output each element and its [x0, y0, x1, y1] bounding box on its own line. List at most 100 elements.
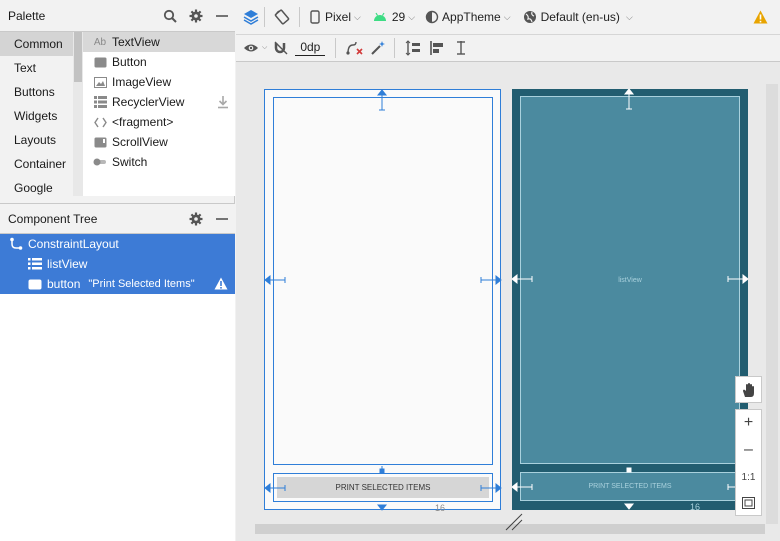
align-icon[interactable] — [429, 40, 445, 56]
chevron-down-icon: ⌵ — [354, 11, 361, 22]
button-icon — [93, 55, 107, 69]
widget-label: <fragment> — [112, 115, 174, 129]
zoom-controls: + – 1:1 — [735, 409, 762, 516]
palette-categories: Common Text Buttons Widgets Layouts Cont… — [0, 32, 82, 196]
theme-icon — [425, 10, 439, 24]
download-icon[interactable] — [217, 95, 229, 112]
list-icon — [28, 257, 42, 271]
vertical-scrollbar[interactable] — [766, 84, 778, 524]
pack-icon[interactable] — [405, 40, 421, 56]
blueprint-constraint-lines — [512, 89, 748, 510]
component-tree-title: Component Tree — [8, 211, 98, 226]
tree-item-constraintlayout[interactable]: ConstraintLayout — [0, 234, 235, 254]
zoom-one-to-one-button[interactable]: 1:1 — [736, 464, 761, 490]
widget-textview[interactable]: Ab TextView — [83, 32, 235, 52]
tree-item-listview[interactable]: listView — [0, 254, 235, 274]
constraint-toolbar: ⌵ 0dp — [236, 35, 780, 62]
tree-item-label: listView — [47, 257, 88, 271]
hand-icon — [742, 382, 754, 397]
category-layouts[interactable]: Layouts — [0, 128, 81, 152]
clear-constraints-icon[interactable] — [346, 40, 364, 56]
theme-label: AppTheme — [442, 10, 501, 24]
android-icon — [373, 12, 386, 21]
widget-fragment[interactable]: <fragment> — [83, 112, 235, 132]
widget-recyclerview[interactable]: RecyclerView — [83, 92, 235, 112]
tree-item-label: button — [47, 277, 81, 291]
minimize-icon[interactable] — [209, 0, 235, 32]
category-text[interactable]: Text — [0, 56, 81, 80]
tree-item-label: ConstraintLayout — [28, 237, 119, 251]
magic-wand-icon[interactable] — [370, 40, 386, 56]
default-margin-selector[interactable]: 0dp — [295, 40, 326, 56]
chevron-down-icon: ⌵ — [503, 11, 511, 22]
device-label: Pixel — [325, 10, 352, 24]
category-google[interactable]: Google — [0, 176, 81, 196]
eye-icon[interactable]: ⌵ — [243, 41, 267, 55]
palette-title: Palette — [8, 8, 46, 23]
constraint-lines — [265, 90, 502, 511]
phone-icon — [310, 10, 320, 24]
resize-handle-icon[interactable] — [504, 512, 524, 532]
widget-imageview[interactable]: ImageView — [83, 72, 235, 92]
magnet-icon[interactable] — [273, 40, 289, 56]
design-surface[interactable]: PRINT SELECTED ITEMS 16 — [264, 89, 502, 513]
api-selector[interactable]: 29 ⌵ — [373, 10, 415, 24]
category-buttons[interactable]: Buttons — [0, 80, 81, 104]
switch-icon — [93, 155, 107, 169]
scrollview-icon — [93, 135, 107, 149]
widget-label: RecyclerView — [112, 95, 185, 109]
category-widgets[interactable]: Widgets — [0, 104, 81, 128]
chevron-down-icon: ⌵ — [408, 11, 416, 22]
design-toolbar: Pixel ⌵ 29 ⌵ AppTheme ⌵ Default (en-us) … — [236, 0, 780, 35]
layers-icon[interactable] — [242, 8, 260, 26]
widget-button[interactable]: Button — [83, 52, 235, 72]
theme-selector[interactable]: AppTheme ⌵ — [425, 10, 511, 24]
left-panel: Palette Common Text Buttons Widgets Layo… — [0, 0, 235, 541]
device-selector[interactable]: Pixel ⌵ — [310, 10, 361, 24]
warning-icon[interactable] — [214, 277, 228, 293]
widget-scrollview[interactable]: ScrollView — [83, 132, 235, 152]
pan-button[interactable] — [735, 376, 762, 403]
margin-label: 16 — [435, 503, 446, 513]
fragment-icon — [93, 115, 107, 129]
category-scrollbar[interactable] — [73, 32, 83, 196]
chevron-down-icon: ⌵ — [625, 11, 633, 22]
category-common[interactable]: Common — [0, 32, 81, 56]
widget-label: Switch — [112, 155, 148, 169]
constraint-layout-icon — [9, 237, 23, 251]
component-tree-empty-area — [0, 294, 235, 541]
imageview-icon — [93, 75, 107, 89]
tree-item-detail: "Print Selected Items" — [88, 278, 195, 290]
fit-screen-icon — [742, 497, 755, 509]
zoom-fit-button[interactable] — [736, 490, 761, 516]
blueprint-surface[interactable]: listView PRINT SELECTED ITEMS 16 — [512, 89, 748, 512]
chevron-down-icon: ⌵ — [262, 44, 268, 51]
component-tree: ConstraintLayout listView button "Print … — [0, 234, 235, 294]
palette-header: Palette — [0, 0, 235, 32]
widget-switch[interactable]: Switch — [83, 152, 235, 172]
widget-label: TextView — [112, 35, 160, 49]
tree-item-button[interactable]: button "Print Selected Items" — [0, 274, 235, 294]
locale-label: Default (en-us) — [540, 10, 620, 24]
warning-icon[interactable] — [753, 10, 768, 24]
zoom-in-button[interactable]: + — [736, 410, 761, 436]
locale-selector[interactable]: Default (en-us) ⌵ — [523, 10, 633, 24]
margin-label: 0dp — [300, 40, 321, 54]
recyclerview-icon — [93, 95, 107, 109]
orientation-icon[interactable] — [273, 8, 291, 26]
button-icon — [28, 277, 42, 291]
gear-icon[interactable] — [183, 203, 209, 235]
widget-label: Button — [112, 55, 147, 69]
textview-icon: Ab — [93, 36, 107, 48]
widget-label: ScrollView — [112, 135, 168, 149]
zoom-out-button[interactable]: – — [736, 437, 761, 463]
guidelines-icon[interactable] — [453, 40, 469, 56]
margin-label: 16 — [690, 502, 701, 512]
widget-label: ImageView — [112, 75, 172, 89]
category-container[interactable]: Container — [0, 152, 81, 176]
gear-icon[interactable] — [183, 0, 209, 32]
search-icon[interactable] — [157, 0, 183, 32]
minimize-icon[interactable] — [209, 203, 235, 235]
palette-widgets: Ab TextView Button ImageView RecyclerVie… — [83, 32, 235, 196]
api-label: 29 — [391, 10, 406, 24]
